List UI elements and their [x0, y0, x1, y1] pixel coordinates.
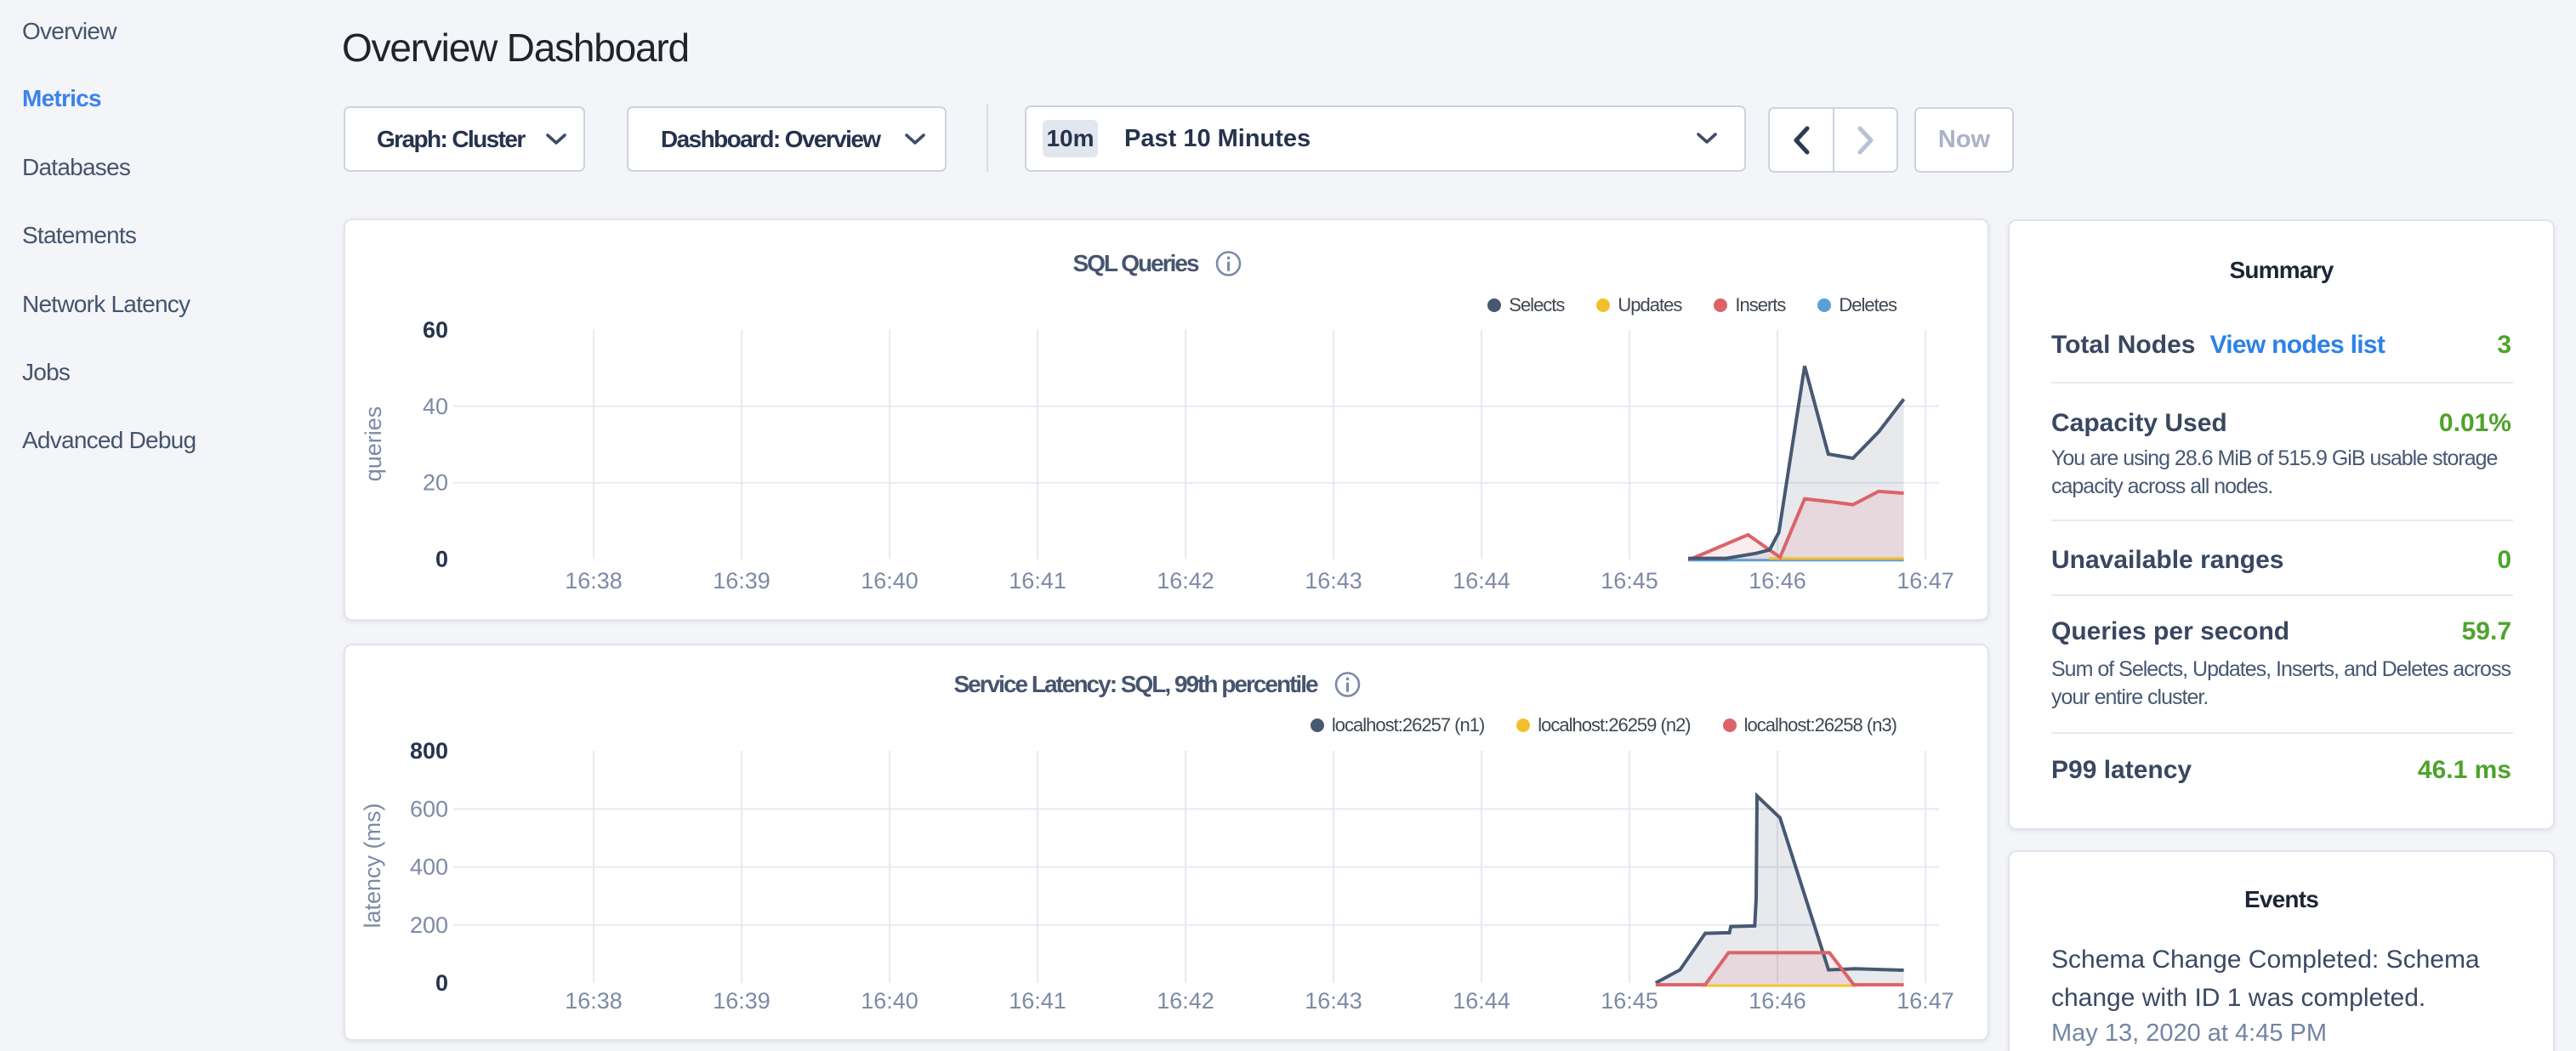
- svg-text:16:45: 16:45: [1601, 568, 1658, 594]
- svg-text:16:41: 16:41: [1009, 988, 1066, 1014]
- svg-text:16:46: 16:46: [1749, 568, 1806, 594]
- svg-text:16:40: 16:40: [861, 988, 918, 1014]
- svg-text:16:41: 16:41: [1009, 568, 1066, 594]
- svg-text:60: 60: [423, 317, 448, 343]
- svg-text:16:38: 16:38: [565, 568, 623, 594]
- svg-text:600: 600: [410, 796, 448, 821]
- svg-text:16:44: 16:44: [1453, 568, 1510, 594]
- svg-text:16:43: 16:43: [1305, 988, 1362, 1014]
- svg-text:20: 20: [423, 470, 448, 496]
- svg-text:0: 0: [435, 970, 448, 996]
- svg-text:16:45: 16:45: [1601, 988, 1658, 1014]
- svg-text:16:44: 16:44: [1453, 988, 1510, 1014]
- svg-text:800: 800: [410, 738, 448, 764]
- svg-text:16:47: 16:47: [1896, 568, 1954, 594]
- svg-text:16:39: 16:39: [713, 568, 771, 594]
- svg-text:16:39: 16:39: [713, 988, 771, 1014]
- svg-text:16:40: 16:40: [861, 568, 918, 594]
- svg-text:0: 0: [435, 547, 448, 572]
- svg-text:40: 40: [423, 394, 448, 419]
- svg-text:16:47: 16:47: [1896, 988, 1954, 1014]
- svg-text:16:42: 16:42: [1157, 568, 1214, 594]
- svg-text:16:43: 16:43: [1305, 568, 1362, 594]
- svg-text:16:38: 16:38: [565, 988, 623, 1014]
- svg-text:16:42: 16:42: [1157, 988, 1214, 1014]
- svg-text:16:46: 16:46: [1749, 988, 1806, 1014]
- svg-text:latency (ms): latency (ms): [360, 803, 385, 928]
- svg-text:queries: queries: [361, 406, 386, 482]
- svg-text:200: 200: [410, 912, 448, 938]
- svg-text:400: 400: [410, 855, 448, 880]
